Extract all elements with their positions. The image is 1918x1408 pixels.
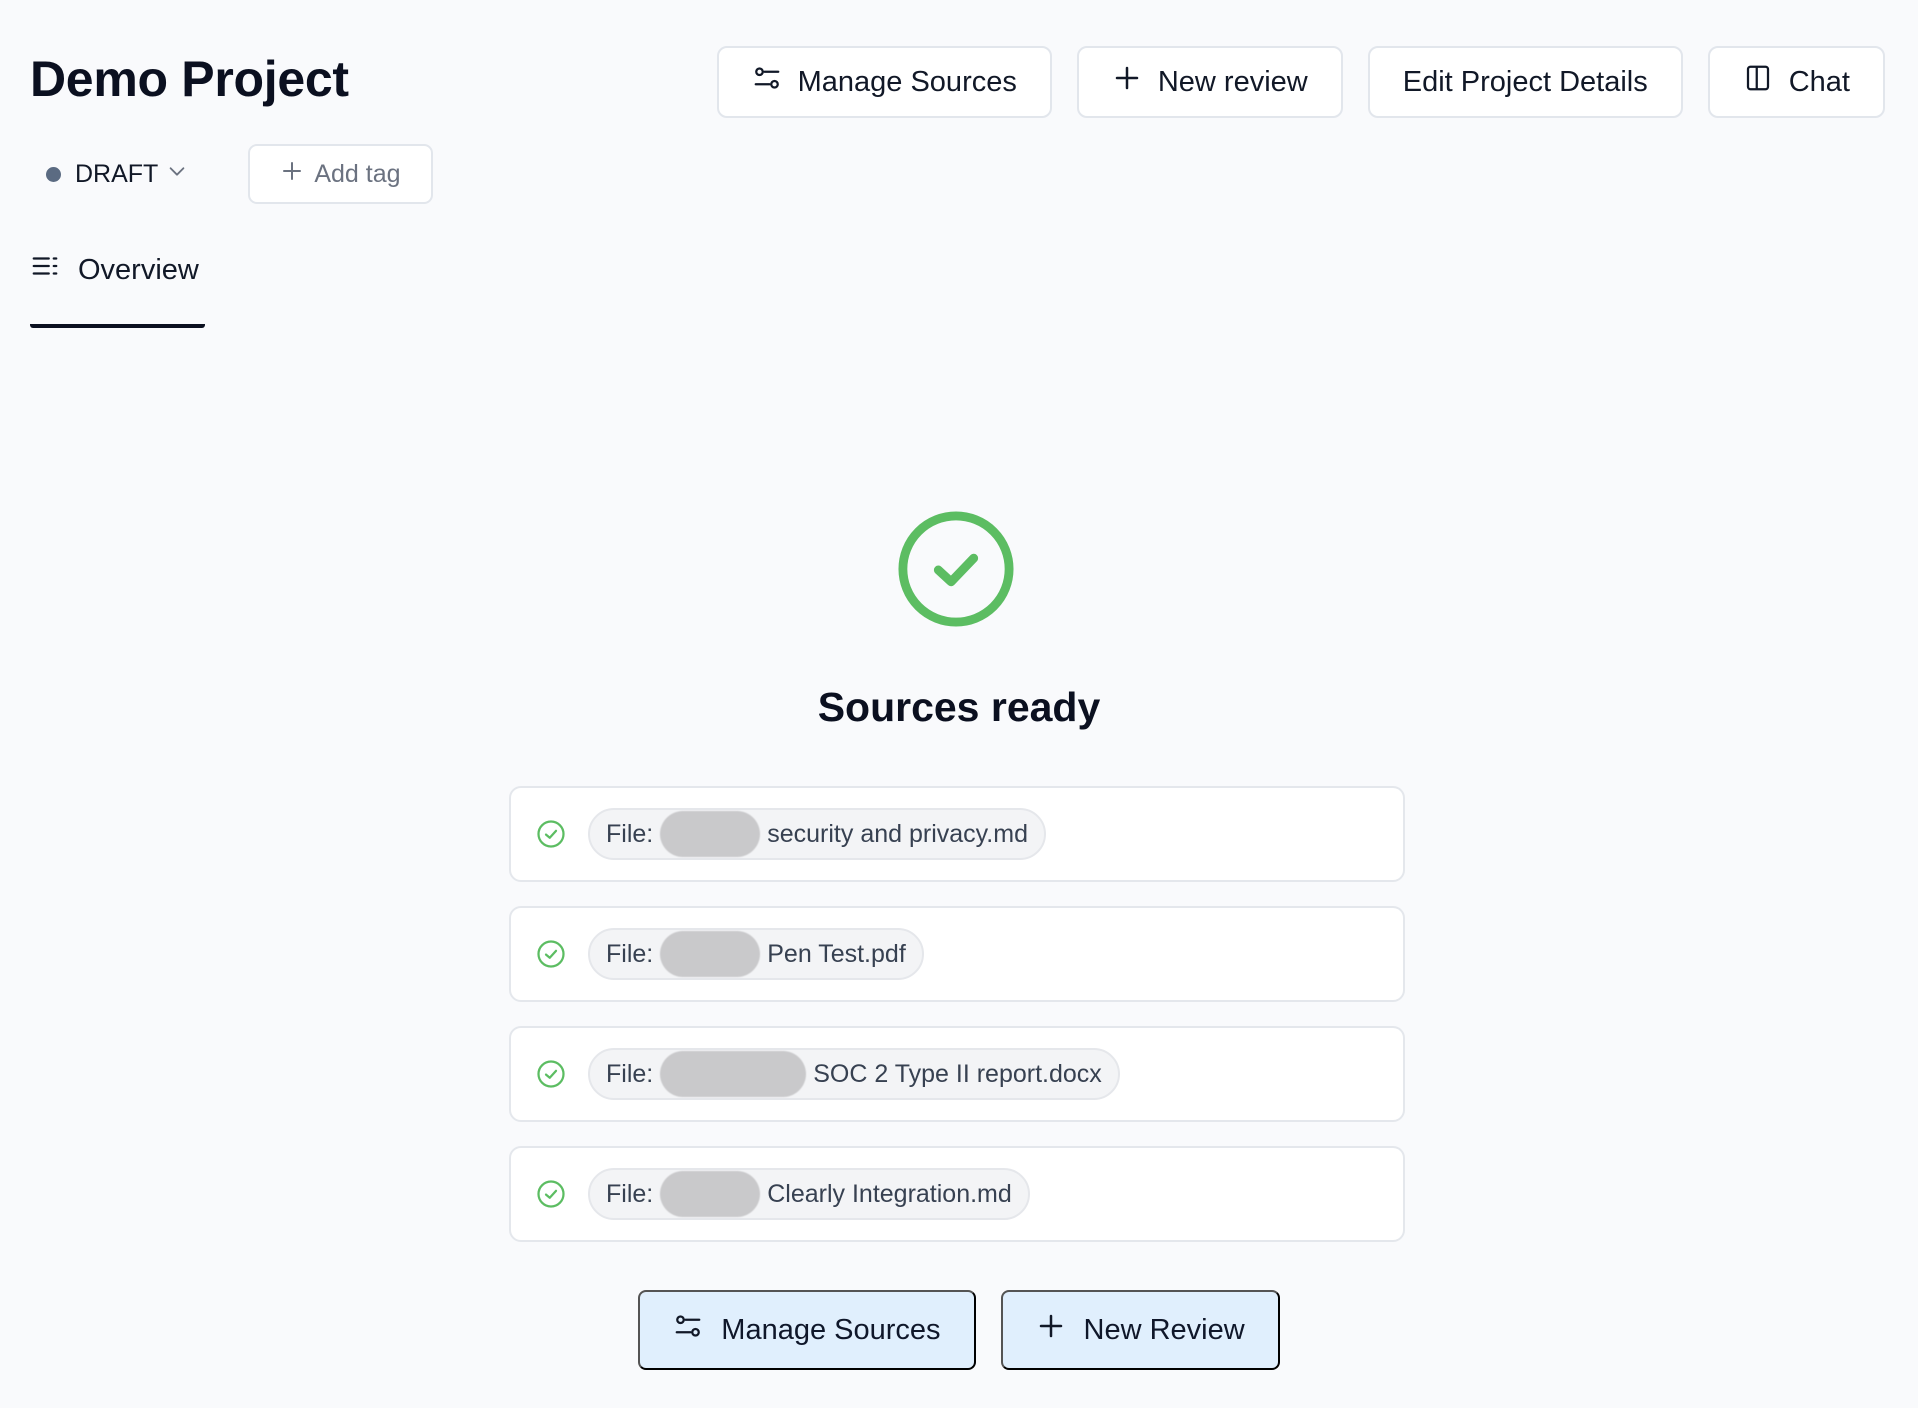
new-review-button[interactable]: New review [1076, 46, 1343, 118]
source-file-chip[interactable]: File: SOC 2 Type II report.docx [588, 1048, 1120, 1100]
source-item: File: Clearly Integration.md [509, 1146, 1405, 1242]
plus-icon [1112, 63, 1142, 101]
new-review-label: New review [1157, 65, 1308, 98]
status-dot [46, 166, 61, 182]
list-icon [30, 251, 60, 289]
redacted-text [660, 1171, 761, 1217]
plus-icon [1036, 1311, 1066, 1349]
check-circle-icon [897, 510, 1015, 628]
manage-sources-button[interactable]: Manage Sources [716, 46, 1052, 118]
sources-ready-heading: Sources ready [817, 684, 1101, 730]
check-circle-icon [536, 1179, 566, 1209]
status-label: DRAFT [75, 159, 159, 188]
redacted-text [660, 811, 761, 857]
source-prefix: File: [606, 1179, 654, 1208]
footer-actions: Manage Sources New Review [0, 1290, 1918, 1370]
source-item: File: Pen Test.pdf [509, 906, 1405, 1002]
tab-overview[interactable]: Overview [30, 236, 205, 328]
source-item: File: SOC 2 Type II report.docx [509, 1026, 1405, 1122]
chat-label: Chat [1788, 65, 1850, 98]
status-dropdown[interactable]: DRAFT [30, 144, 204, 204]
source-file-name: Clearly Integration.md [767, 1179, 1012, 1208]
source-file-chip[interactable]: File: Clearly Integration.md [588, 1168, 1030, 1220]
edit-project-details-button[interactable]: Edit Project Details [1367, 46, 1683, 118]
tab-overview-label: Overview [78, 253, 199, 286]
tab-bar: Overview [30, 236, 205, 328]
sliders-icon [673, 1311, 703, 1349]
source-file-name: SOC 2 Type II report.docx [813, 1059, 1102, 1088]
manage-sources-label: Manage Sources [797, 65, 1017, 98]
new-review-button[interactable]: New Review [1000, 1290, 1280, 1370]
panel-right-icon [1743, 63, 1773, 101]
add-tag-button[interactable]: Add tag [248, 144, 433, 204]
source-list: File: security and privacy.md File: Pen … [509, 786, 1405, 1266]
source-item: File: security and privacy.md [509, 786, 1405, 882]
redacted-text [660, 1051, 807, 1097]
manage-sources-label: Manage Sources [721, 1313, 941, 1346]
chevron-down-icon [169, 160, 188, 189]
add-tag-label: Add tag [314, 159, 401, 188]
check-circle-icon [536, 819, 566, 849]
source-file-chip[interactable]: File: Pen Test.pdf [588, 928, 924, 980]
sliders-icon [752, 63, 782, 101]
project-page: Demo Project Manage Sources New review E… [0, 0, 1918, 1408]
source-file-chip[interactable]: File: security and privacy.md [588, 808, 1046, 860]
check-circle-icon [536, 939, 566, 969]
new-review-label: New Review [1083, 1313, 1245, 1346]
source-file-name: Pen Test.pdf [767, 939, 906, 968]
page-title: Demo Project [30, 51, 349, 107]
source-prefix: File: [606, 819, 654, 848]
status-row: DRAFT Add tag [30, 144, 433, 204]
chat-button[interactable]: Chat [1707, 46, 1885, 118]
source-prefix: File: [606, 939, 654, 968]
header-actions: Manage Sources New review Edit Project D… [716, 46, 1885, 118]
source-prefix: File: [606, 1059, 654, 1088]
plus-icon [280, 159, 304, 190]
source-file-name: security and privacy.md [767, 819, 1028, 848]
manage-sources-button[interactable]: Manage Sources [638, 1290, 976, 1370]
edit-project-details-label: Edit Project Details [1402, 65, 1648, 98]
redacted-text [660, 931, 761, 977]
check-circle-icon [536, 1059, 566, 1089]
